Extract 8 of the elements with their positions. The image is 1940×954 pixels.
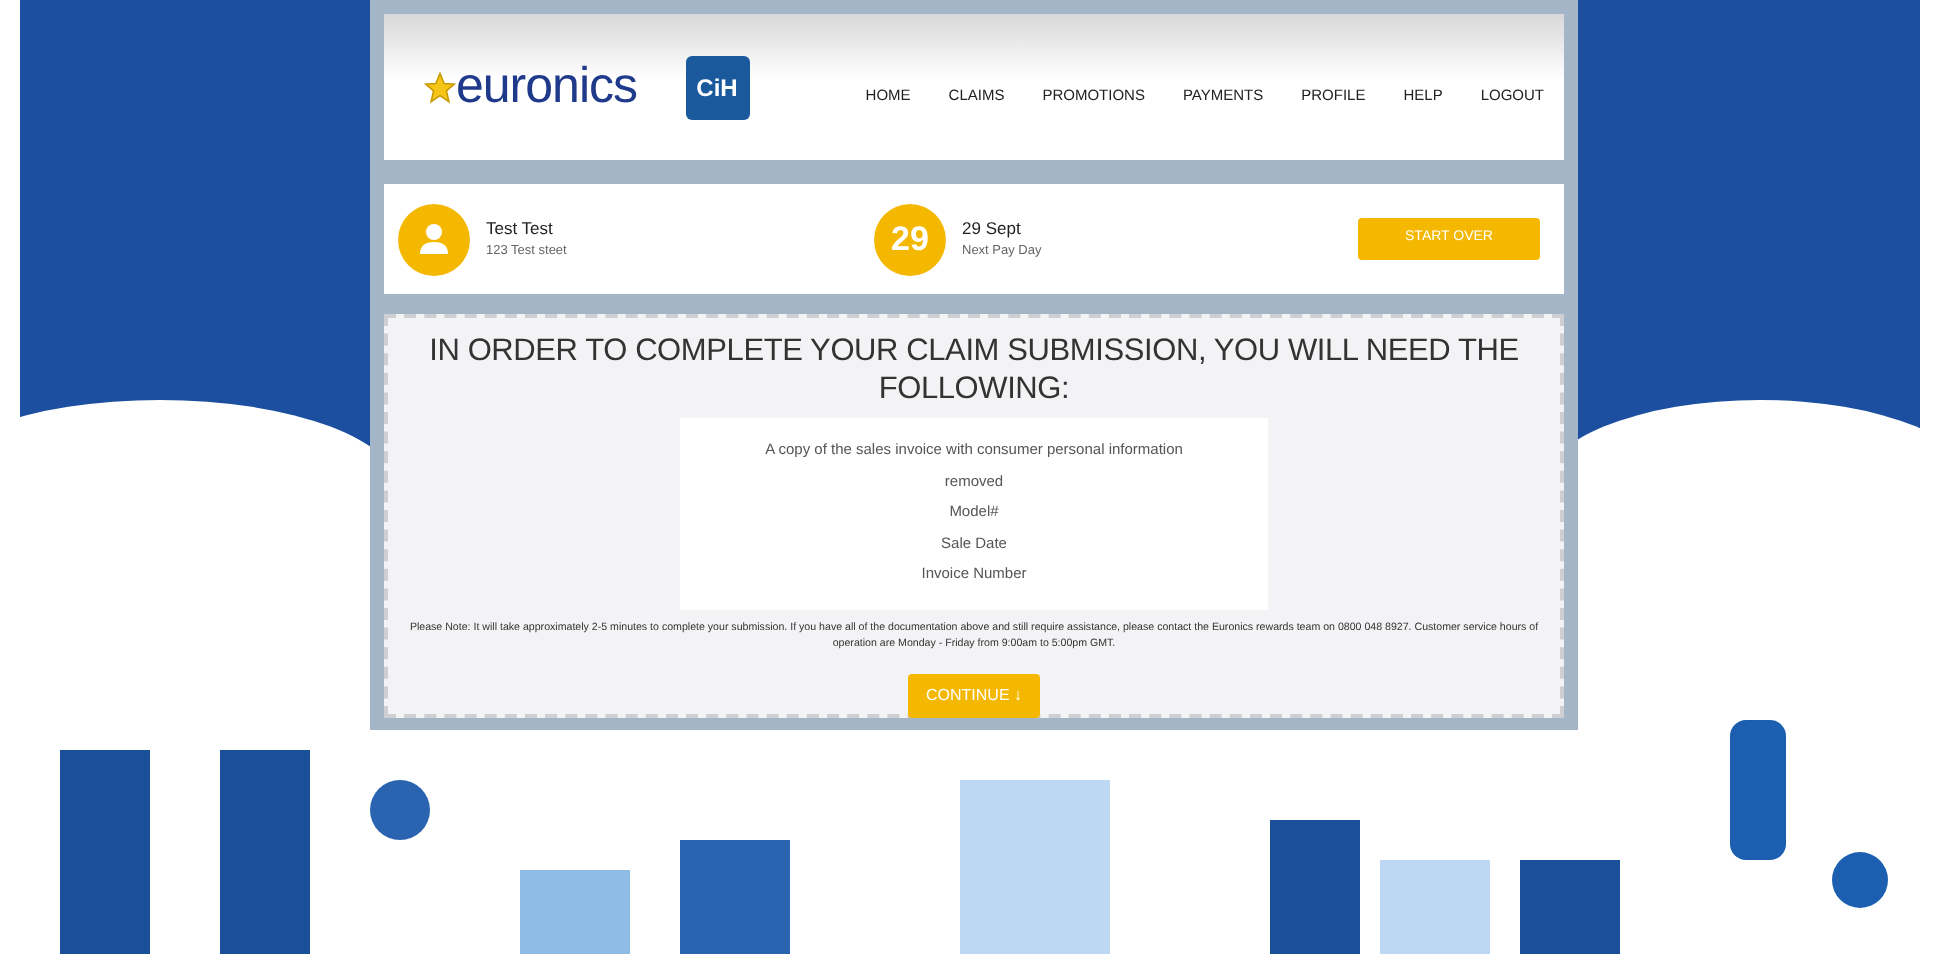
user-name: Test Test [486,216,555,242]
pay-date: 29 Sept [962,216,1023,242]
pay-day-number: 29 [874,203,946,275]
section-heading: IN ORDER TO COMPLETE YOUR CLAIM SUBMISSION, YOU WILL NEED THE FOLLOWING: [427,334,1521,409]
star-icon [424,71,456,103]
brand-logo: euronics [456,62,637,112]
avatar-icon [398,203,470,275]
brand-badge: CiH [685,55,749,119]
